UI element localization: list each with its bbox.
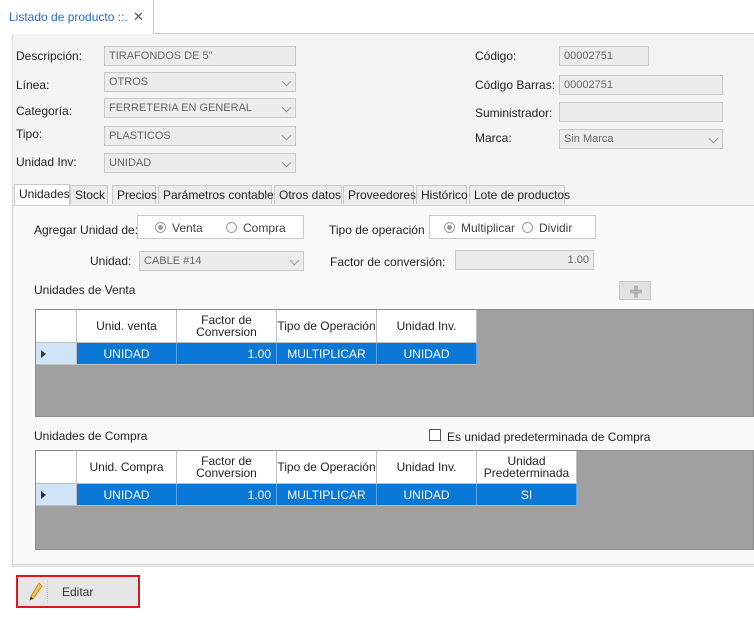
column-header[interactable]: Unidad Inv. <box>377 310 477 343</box>
radio-venta[interactable] <box>155 222 166 233</box>
tab-historico[interactable]: Histórico <box>416 185 468 204</box>
radio-dividir[interactable] <box>522 222 533 233</box>
factor-conversion-field[interactable]: 1.00 <box>455 250 594 270</box>
linea-select[interactable]: OTROS <box>104 72 296 92</box>
tab-parametros-contables[interactable]: Parámetros contables <box>158 185 280 204</box>
column-header[interactable]: Tipo de Operación <box>277 310 377 343</box>
categoria-select[interactable]: FERRETERIA EN GENERAL <box>104 98 296 118</box>
tab-lote-de-productos[interactable]: Lote de productos <box>469 185 570 204</box>
predeterminada-label[interactable]: Es unidad predeterminada de Compra <box>447 430 650 444</box>
tipo-value: PLASTICOS <box>109 130 171 142</box>
linea-label: Línea: <box>16 78 50 92</box>
close-icon[interactable]: ✕ <box>133 9 144 25</box>
unidad-label: Unidad: <box>90 254 132 268</box>
agregar-unidad-label: Agregar Unidad de: <box>34 223 139 237</box>
document-tab-title[interactable]: Listado de producto ::. <box>9 10 128 24</box>
agregar-unidad-group: Venta Compra <box>137 215 304 239</box>
tipo-operacion-label: Tipo de operación <box>329 223 425 237</box>
tab-proveedores[interactable]: Proveedores <box>343 185 416 204</box>
column-header[interactable]: Factor de Conversion <box>177 451 277 484</box>
table-cell[interactable]: SI <box>477 484 577 506</box>
tab-unidades[interactable]: Unidades <box>14 184 70 205</box>
categoria-label: Categoría: <box>16 104 73 118</box>
suministrador-field[interactable] <box>559 102 723 122</box>
categoria-value: FERRETERIA EN GENERAL <box>109 102 253 114</box>
codigo-barras-label: Código Barras: <box>475 78 556 92</box>
chevron-down-icon[interactable] <box>289 255 300 266</box>
chevron-down-icon[interactable] <box>281 157 292 168</box>
table-cell[interactable]: UNIDAD <box>77 484 177 506</box>
marca-label: Marca: <box>475 131 512 145</box>
column-header[interactable]: Factor de Conversion <box>177 310 277 343</box>
venta-grid: Unid. venta Factor de Conversion Tipo de… <box>35 309 754 417</box>
suministrador-label: Suministrador: <box>475 106 553 120</box>
table-cell[interactable]: UNIDAD <box>377 343 477 365</box>
unidades-venta-title: Unidades de Venta <box>34 283 136 297</box>
chevron-down-icon[interactable] <box>281 76 292 87</box>
table-cell[interactable]: MULTIPLICAR <box>277 343 377 365</box>
add-unit-button[interactable] <box>619 281 651 300</box>
descripcion-field[interactable]: TIRAFONDOS DE 5" <box>104 46 296 66</box>
row-indicator[interactable] <box>36 484 77 506</box>
radio-dividir-label[interactable]: Dividir <box>539 221 572 235</box>
edit-button-label: Editar <box>62 585 94 599</box>
table-cell[interactable]: UNIDAD <box>77 343 177 365</box>
marca-value: Sin Marca <box>564 133 614 145</box>
column-header[interactable]: Unid. Compra <box>77 451 177 484</box>
radio-multiplicar-label[interactable]: Multiplicar <box>461 221 515 235</box>
column-header[interactable]: Unidad Predeterminada <box>477 451 577 484</box>
descripcion-label: Descripción: <box>16 49 83 63</box>
unidades-compra-title: Unidades de Compra <box>34 429 148 443</box>
factor-conversion-label: Factor de conversión: <box>330 255 446 269</box>
table-cell[interactable]: MULTIPLICAR <box>277 484 377 506</box>
predeterminada-checkbox[interactable] <box>429 429 441 441</box>
row-pointer-icon <box>41 349 46 358</box>
tipo-label: Tipo: <box>16 127 43 141</box>
column-header[interactable]: Unidad Inv. <box>377 451 477 484</box>
unidad-value: CABLE #14 <box>144 255 202 267</box>
document-tab[interactable]: Listado de producto ::. ✕ <box>0 0 154 33</box>
tab-stock[interactable]: Stock <box>70 185 108 204</box>
chevron-down-icon[interactable] <box>281 130 292 141</box>
unidad-inv-select[interactable]: UNIDAD <box>104 153 296 173</box>
unidad-select[interactable]: CABLE #14 <box>139 251 304 271</box>
table-cell[interactable]: 1.00 <box>177 484 277 506</box>
unidad-inv-label: Unidad Inv: <box>16 155 77 169</box>
codigo-label: Código: <box>475 49 517 63</box>
radio-compra-label[interactable]: Compra <box>243 221 286 235</box>
marca-select[interactable]: Sin Marca <box>559 129 723 149</box>
radio-multiplicar[interactable] <box>444 222 455 233</box>
edit-button[interactable]: Editar <box>16 575 140 608</box>
codigo-barras-field[interactable]: 00002751 <box>559 75 723 95</box>
chevron-down-icon[interactable] <box>708 133 719 144</box>
radio-venta-label[interactable]: Venta <box>172 221 203 235</box>
table-cell[interactable]: 1.00 <box>177 343 277 365</box>
codigo-field[interactable]: 00002751 <box>559 46 649 66</box>
pencil-icon <box>25 580 48 603</box>
chevron-down-icon[interactable] <box>281 102 292 113</box>
tab-precios[interactable]: Precios <box>112 185 157 204</box>
compra-grid: Unid. Compra Factor de Conversion Tipo d… <box>35 450 754 550</box>
unidad-inv-value: UNIDAD <box>109 157 152 169</box>
column-header[interactable]: Unid. venta <box>77 310 177 343</box>
tipo-operacion-group: Multiplicar Dividir <box>429 215 596 239</box>
linea-value: OTROS <box>109 76 149 88</box>
grid-corner <box>36 310 77 343</box>
grid-corner <box>36 451 77 484</box>
row-pointer-icon <box>41 490 46 499</box>
row-indicator[interactable] <box>36 343 77 365</box>
tipo-select[interactable]: PLASTICOS <box>104 126 296 146</box>
column-header[interactable]: Tipo de Operación <box>277 451 377 484</box>
plus-icon <box>630 285 642 298</box>
tab-otros-datos[interactable]: Otros datos <box>274 185 342 204</box>
radio-compra[interactable] <box>226 222 237 233</box>
table-cell[interactable]: UNIDAD <box>377 484 477 506</box>
